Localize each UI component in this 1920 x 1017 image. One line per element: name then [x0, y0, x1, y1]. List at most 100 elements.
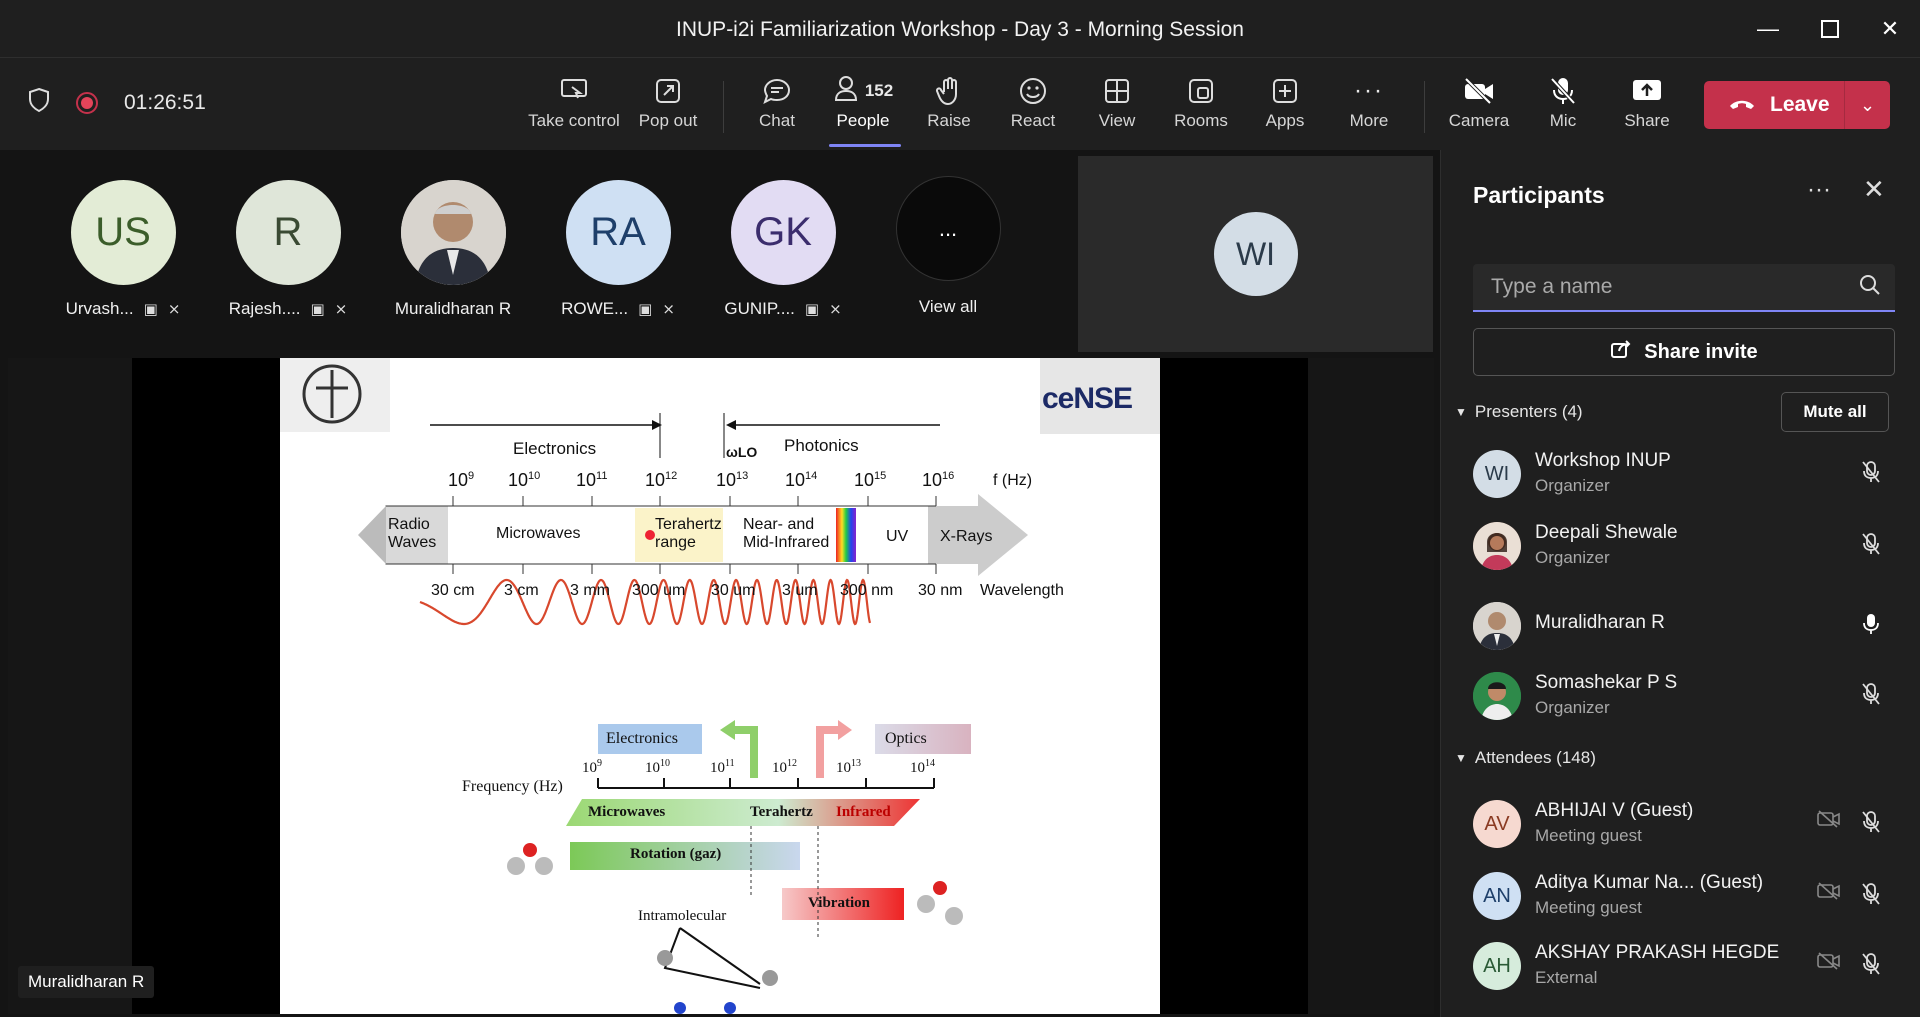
take-control-icon	[560, 73, 588, 109]
participant-row[interactable]: WI Workshop INUP Organizer	[1473, 444, 1903, 504]
plus-icon	[1271, 73, 1299, 109]
minimize-button[interactable]: —	[1748, 12, 1788, 46]
search-input[interactable]: Type a name	[1473, 264, 1895, 312]
camera-off-icon: ▣	[143, 301, 158, 318]
close-window-button[interactable]: ✕	[1870, 12, 1910, 46]
search-icon	[1859, 274, 1881, 302]
view-button[interactable]: View	[1072, 73, 1162, 139]
window-title: INUP-i2i Familiarization Workshop - Day …	[676, 18, 1244, 41]
pop-out-icon	[654, 73, 682, 109]
avatar: GK	[730, 180, 836, 285]
camera-button[interactable]: Camera	[1434, 73, 1524, 139]
cense-logo: ceNSE	[1042, 382, 1133, 415]
participant-thumbnails: US Urvash... ▣ ⨯ R Rajesh.... ▣ ⨯ Murali…	[0, 150, 1078, 350]
people-count: 152	[864, 81, 894, 100]
presenters-section-toggle[interactable]: ▼ Presenters (4)	[1455, 402, 1583, 422]
smiley-icon	[1019, 73, 1047, 109]
mute-all-button[interactable]: Mute all	[1781, 392, 1889, 432]
avatar	[1473, 602, 1521, 650]
rooms-button[interactable]: Rooms	[1156, 73, 1246, 139]
participant-tile[interactable]: Muralidharan R	[378, 180, 528, 319]
participant-row[interactable]: Somashekar P S Organizer	[1473, 666, 1903, 726]
close-panel-icon[interactable]: ✕	[1863, 174, 1885, 205]
more-icon: ···	[1354, 77, 1384, 104]
avatar: WI	[1473, 450, 1521, 498]
mic-on-icon	[1861, 612, 1881, 642]
participant-row[interactable]: Deepali Shewale Organizer	[1473, 516, 1903, 576]
maximize-icon	[1821, 20, 1839, 38]
pop-out-button[interactable]: Pop out	[623, 73, 713, 139]
shared-slide: Electronics Photonics ωLO f (Hz) 109 101…	[280, 358, 1160, 1014]
mic-off-icon	[1861, 882, 1881, 912]
participant-row[interactable]: AV ABHIJAI V (Guest) Meeting guest	[1473, 794, 1903, 854]
participant-tile[interactable]: US Urvash... ▣ ⨯	[48, 180, 198, 319]
camera-off-icon	[1817, 882, 1841, 905]
participant-tile[interactable]: R Rajesh.... ▣ ⨯	[213, 180, 363, 319]
raise-hand-button[interactable]: Raise	[904, 73, 994, 139]
mic-off-icon	[1861, 810, 1881, 840]
participant-tile[interactable]: GK GUNIP.... ▣ ⨯	[708, 180, 858, 319]
chevron-down-icon: ▼	[1455, 751, 1467, 765]
participant-row[interactable]: AH AKSHAY PRAKASH HEGDE External	[1473, 936, 1903, 996]
view-all-button[interactable]: ... View all	[873, 176, 1023, 317]
chevron-down-icon: ▼	[1455, 405, 1467, 419]
recording-icon	[76, 91, 98, 114]
mic-off-icon	[1861, 682, 1881, 712]
presenter-name-badge: Muralidharan R	[18, 966, 155, 998]
leave-options-chevron-icon[interactable]: ⌄	[1845, 95, 1890, 116]
share-icon	[1631, 73, 1663, 109]
avatar: AV	[1473, 800, 1521, 848]
more-icon: ...	[895, 176, 1001, 281]
camera-off-icon: ▣	[638, 301, 653, 318]
avatar: AN	[1473, 872, 1521, 920]
mic-off-icon: ⨯	[334, 301, 348, 318]
avatar	[1473, 672, 1521, 720]
participant-row[interactable]: Muralidharan R	[1473, 596, 1903, 656]
mic-off-icon: ⨯	[829, 301, 842, 318]
people-button[interactable]: 152 People	[817, 73, 909, 147]
participants-panel: Participants ··· ✕ Type a name Share inv…	[1440, 150, 1920, 1017]
react-button[interactable]: React	[988, 73, 1078, 139]
maximize-button[interactable]	[1810, 12, 1850, 46]
meeting-timer: 01:26:51	[124, 90, 206, 114]
chat-button[interactable]: Chat	[732, 73, 822, 139]
mic-button[interactable]: Mic	[1518, 73, 1608, 139]
panel-title: Participants	[1473, 182, 1605, 208]
person-icon	[833, 74, 859, 109]
camera-off-icon	[1817, 810, 1841, 833]
camera-off-icon: ▣	[310, 301, 325, 318]
avatar: RA	[565, 180, 671, 285]
rooms-icon	[1187, 73, 1215, 109]
video-tile-workshop[interactable]: WI	[1078, 156, 1433, 352]
leave-button[interactable]: Leave ⌄	[1704, 81, 1890, 129]
meeting-toolbar: 01:26:51 Take control Pop out Chat 152 P…	[0, 59, 1920, 149]
participant-tile[interactable]: RA ROWE... ▣ ⨯	[543, 180, 693, 319]
more-options-icon[interactable]: ···	[1807, 176, 1831, 204]
share-button[interactable]: Share	[1602, 73, 1692, 139]
mic-off-icon	[1549, 73, 1577, 109]
close-icon: ✕	[1880, 16, 1900, 41]
mic-off-icon	[1861, 532, 1881, 562]
shield-icon	[28, 87, 50, 118]
mic-off-icon	[1861, 952, 1881, 982]
participant-row[interactable]: AN Aditya Kumar Na... (Guest) Meeting gu…	[1473, 866, 1903, 926]
share-invite-icon	[1610, 339, 1632, 365]
share-invite-button[interactable]: Share invite	[1473, 328, 1895, 376]
avatar: WI	[1213, 212, 1298, 296]
mic-off-icon: ⨯	[662, 301, 675, 318]
more-button[interactable]: ··· More	[1324, 73, 1414, 139]
camera-off-icon	[1463, 73, 1495, 109]
mic-off-icon: ⨯	[167, 301, 181, 318]
apps-button[interactable]: Apps	[1240, 73, 1330, 139]
take-control-button[interactable]: Take control	[528, 73, 620, 139]
avatar: R	[235, 180, 341, 285]
minimize-icon: —	[1757, 16, 1779, 41]
chat-icon	[762, 73, 792, 109]
grid-icon	[1103, 73, 1131, 109]
mic-off-icon	[1861, 460, 1881, 490]
camera-off-icon	[1817, 952, 1841, 975]
attendees-section-toggle[interactable]: ▼ Attendees (148)	[1455, 748, 1596, 768]
avatar: AH	[1473, 942, 1521, 990]
phone-hangup-icon	[1728, 93, 1756, 117]
title-bar: INUP-i2i Familiarization Workshop - Day …	[0, 0, 1920, 58]
